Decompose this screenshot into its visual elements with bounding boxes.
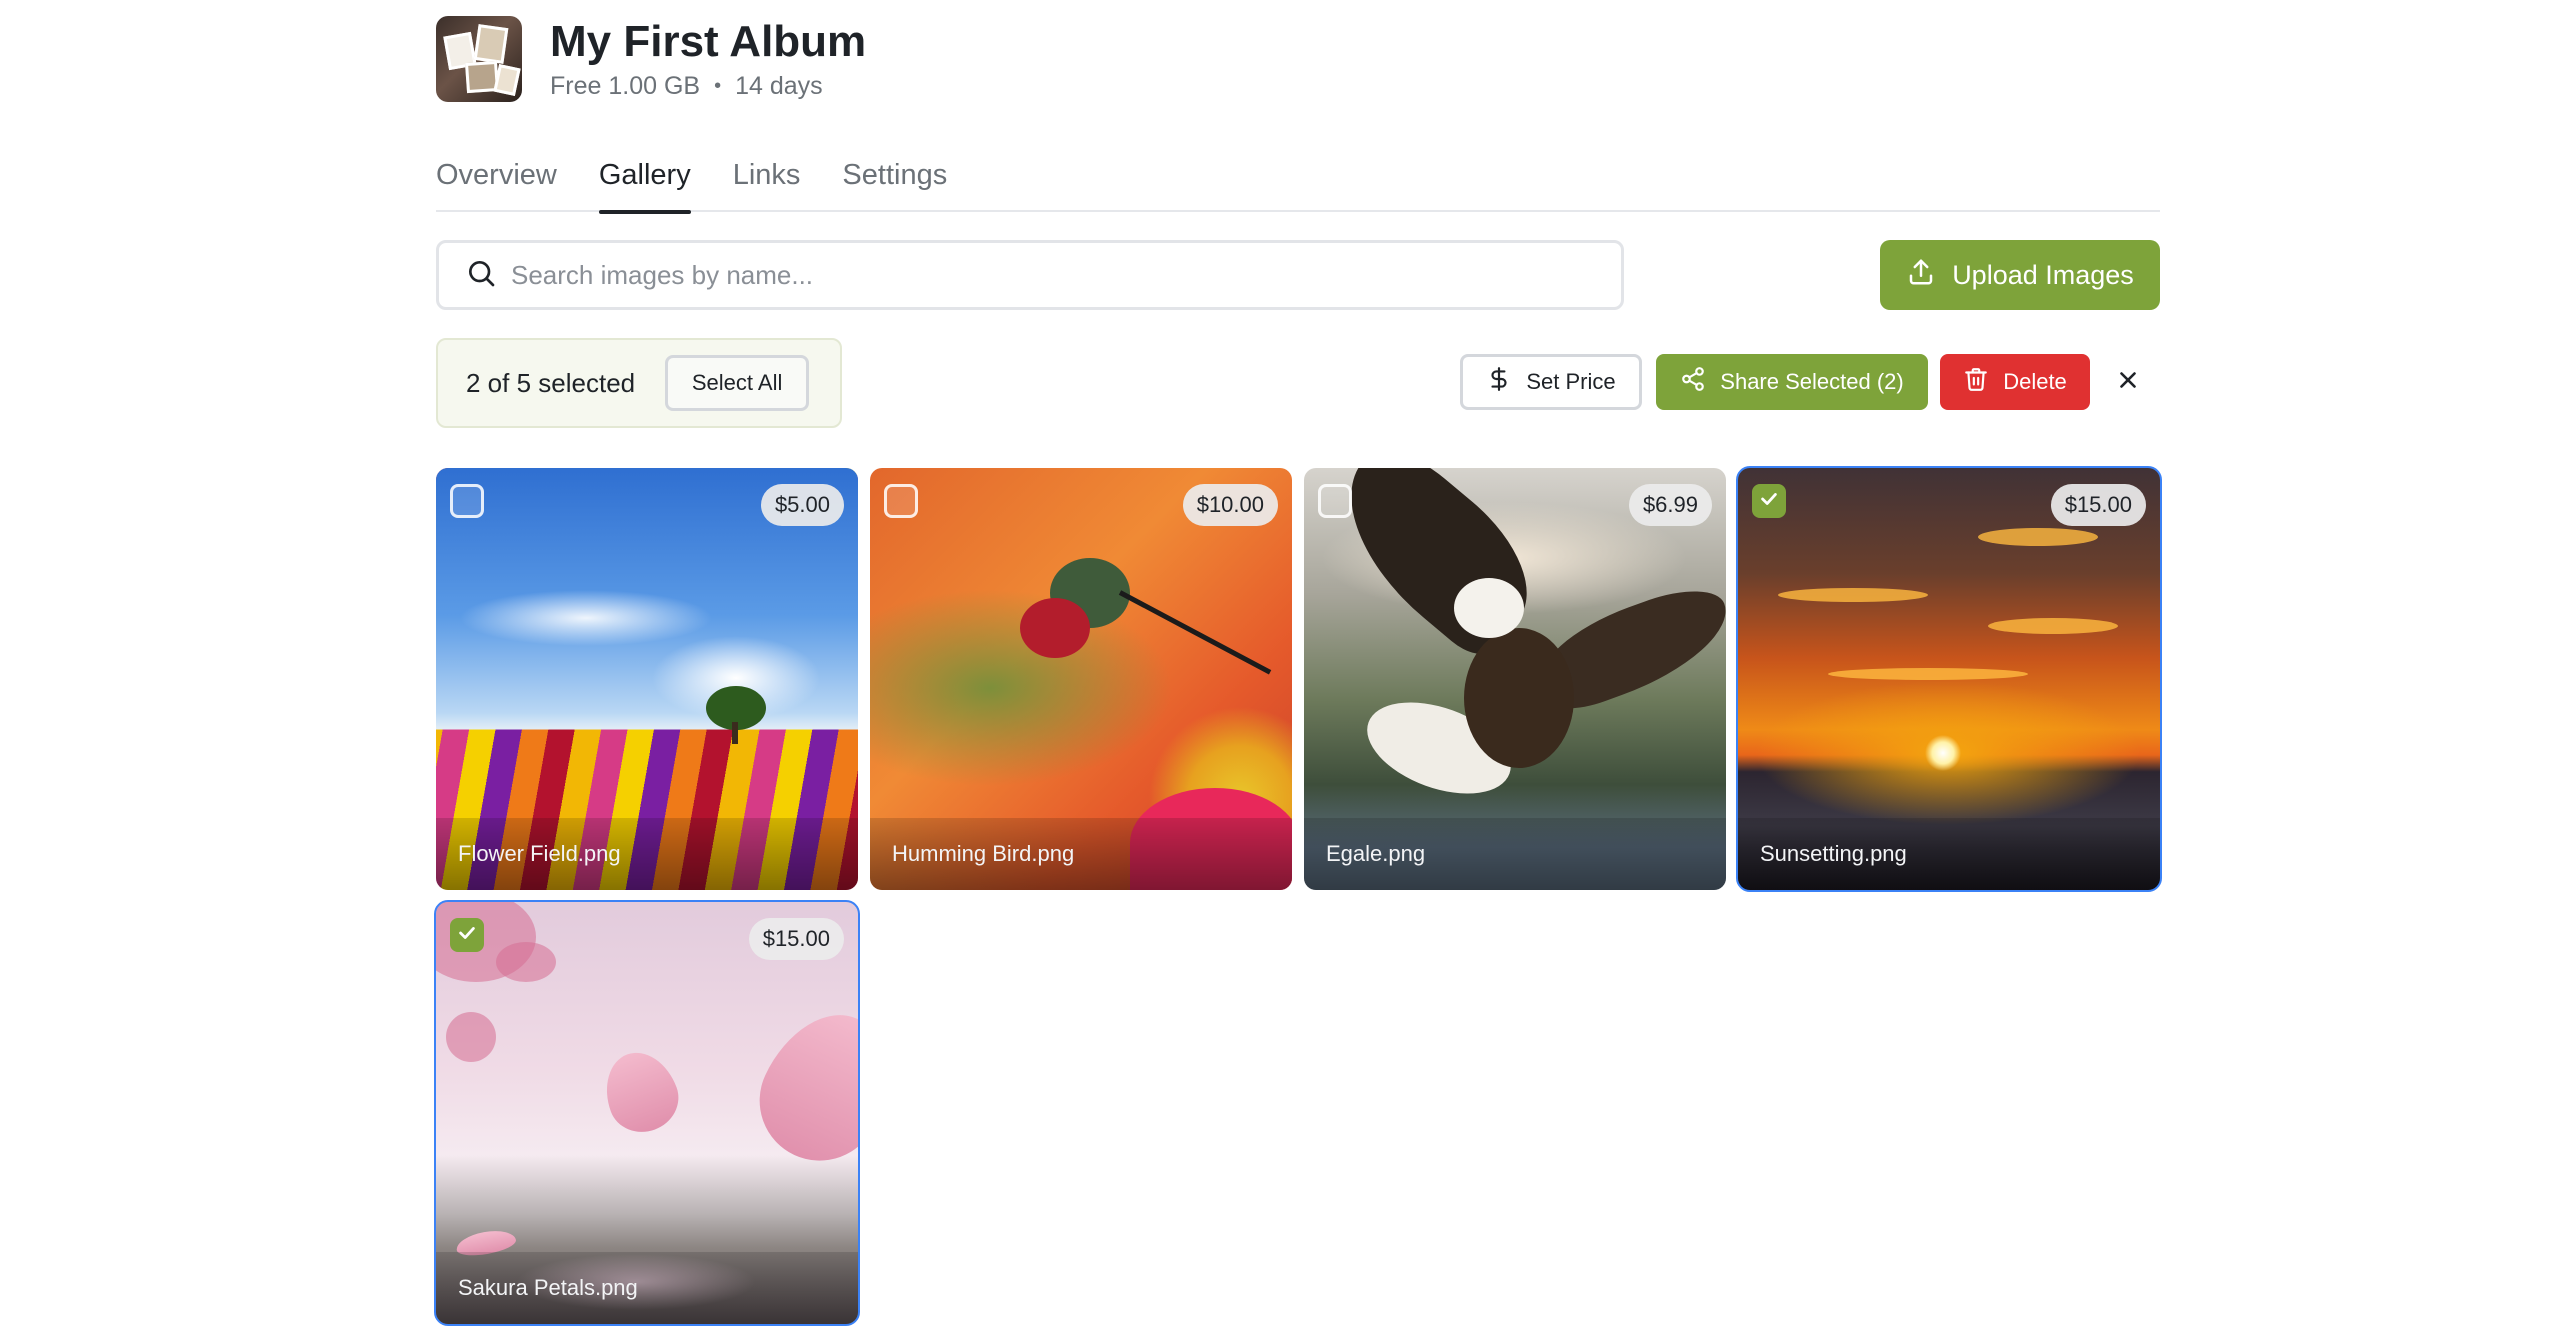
tab-overview[interactable]: Overview <box>436 150 557 212</box>
check-icon <box>1758 488 1780 515</box>
price-badge: $15.00 <box>2050 484 2146 526</box>
upload-icon <box>1906 257 1936 294</box>
delete-label: Delete <box>2003 369 2067 394</box>
upload-images-label: Upload Images <box>1952 259 2134 290</box>
upload-images-button[interactable]: Upload Images <box>1880 240 2160 310</box>
price-badge: $10.00 <box>1182 484 1278 526</box>
selection-summary: 2 of 5 selected Select All <box>436 338 842 428</box>
meta-separator: • <box>714 74 722 97</box>
album-info: My First Album Free 1.00 GB • 14 days <box>550 16 867 101</box>
select-checkbox[interactable] <box>450 918 484 952</box>
gallery-card[interactable]: $15.00 Sakura Petals.png <box>434 900 860 1326</box>
tab-links[interactable]: Links <box>733 150 801 212</box>
select-checkbox[interactable] <box>450 484 484 518</box>
price-badge: $6.99 <box>1628 484 1712 526</box>
share-selected-button[interactable]: Share Selected (2) <box>1656 354 1928 410</box>
price-badge: $15.00 <box>748 918 844 960</box>
select-checkbox[interactable] <box>884 484 918 518</box>
close-icon <box>2115 367 2141 398</box>
gallery-card[interactable]: $10.00 Humming Bird.png <box>870 468 1292 890</box>
delete-button[interactable]: Delete <box>1940 354 2090 410</box>
gallery-card[interactable]: $6.99 Egale.png <box>1304 468 1726 890</box>
price-badge: $5.00 <box>760 484 844 526</box>
storage-plan: Free 1.00 GB <box>550 71 701 100</box>
album-duration: 14 days <box>735 71 823 100</box>
image-name: Humming Bird.png <box>870 818 1292 890</box>
search-input[interactable] <box>511 259 1511 291</box>
gallery-card[interactable]: $15.00 Sunsetting.png <box>1736 466 2162 892</box>
search-icon <box>465 257 497 294</box>
image-name: Flower Field.png <box>436 818 858 890</box>
selection-count: 2 of 5 selected <box>466 367 636 398</box>
image-name: Sakura Petals.png <box>436 1252 858 1324</box>
set-price-button[interactable]: Set Price <box>1460 354 1642 410</box>
album-title: My First Album <box>550 16 867 66</box>
tab-gallery[interactable]: Gallery <box>598 150 691 214</box>
image-name: Egale.png <box>1304 818 1726 890</box>
trash-icon <box>1963 366 1989 398</box>
select-checkbox[interactable] <box>1752 484 1786 518</box>
album-meta: Free 1.00 GB • 14 days <box>550 72 866 101</box>
album-tabs: Overview Gallery Links Settings <box>436 150 2160 214</box>
select-all-button[interactable]: Select All <box>665 355 810 411</box>
gallery-card[interactable]: $5.00 Flower Field.png <box>436 468 858 890</box>
select-checkbox[interactable] <box>1318 484 1352 518</box>
set-price-label: Set Price <box>1526 369 1616 394</box>
search-box <box>436 240 1624 310</box>
check-icon <box>456 922 478 949</box>
dollar-icon <box>1486 366 1512 398</box>
clear-selection-button[interactable] <box>2108 362 2148 402</box>
image-name: Sunsetting.png <box>1738 818 2160 890</box>
album-header: My First Album Free 1.00 GB • 14 days <box>436 16 866 102</box>
share-selected-label: Share Selected (2) <box>1720 369 1904 394</box>
tab-settings[interactable]: Settings <box>842 150 947 212</box>
share-icon <box>1680 366 1706 398</box>
album-cover <box>436 16 522 102</box>
